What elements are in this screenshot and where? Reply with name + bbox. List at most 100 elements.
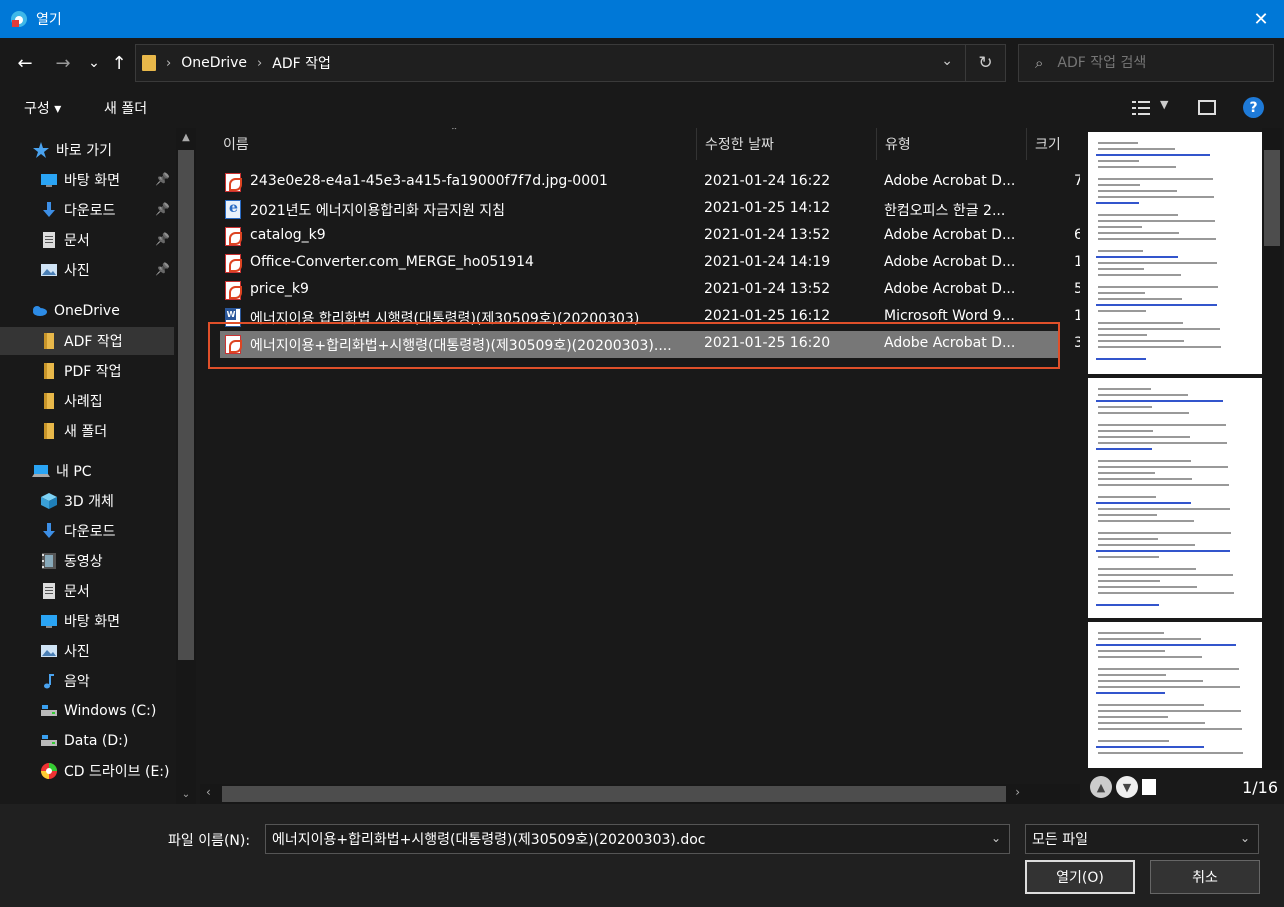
sidebar-item[interactable]: 다운로드 📌	[0, 196, 174, 224]
preview-text-line	[1098, 668, 1239, 670]
cancel-button[interactable]: 취소	[1150, 860, 1260, 894]
page-indicator: 1/16	[1242, 778, 1278, 797]
sidebar-item-label: Data (D:)	[64, 733, 129, 749]
preview-text-line	[1098, 656, 1202, 658]
file-row[interactable]: price_k9 2021-01-24 13:52 Adobe Acrobat D.…	[220, 277, 1080, 304]
sidebar-item[interactable]: 다운로드	[0, 517, 174, 545]
sidebar-item[interactable]: PDF 작업	[0, 357, 174, 385]
chevron-down-icon[interactable]: ⌄	[941, 53, 953, 69]
new-folder-button[interactable]: 새 폴더	[104, 98, 147, 118]
preview-text-line	[1098, 704, 1204, 706]
close-button[interactable]: ✕	[1238, 0, 1284, 38]
sidebar-item[interactable]: Windows (C:)	[0, 697, 174, 725]
file-list-horizontal-scrollbar[interactable]: ‹ ›	[200, 784, 1080, 804]
file-type: Adobe Acrobat D...	[884, 227, 1016, 243]
filename-input[interactable]: 에너지이용+합리화법+시행령(대통령령)(제30509호)(20200303).…	[265, 824, 1010, 854]
scroll-up-arrow[interactable]: ▲	[176, 132, 196, 143]
sidebar-item[interactable]: 사례집	[0, 387, 174, 415]
folder-icon	[40, 332, 58, 350]
navigation-pane: 바로 가기 바탕 화면 📌 다운로드 📌 문서 📌 사진 📌 OneDrive ADF 작업 PDF …	[0, 128, 196, 804]
search-input[interactable]	[1057, 55, 1258, 71]
file-row[interactable]: catalog_k9 2021-01-24 13:52 Adobe Acrobat …	[220, 223, 1080, 250]
preview-text-line	[1098, 556, 1159, 558]
pin-icon: 📌	[155, 262, 170, 276]
scrollbar-thumb[interactable]	[1264, 150, 1280, 246]
sidebar-item[interactable]: 동영상	[0, 547, 174, 575]
scrollbar-thumb[interactable]	[222, 786, 1006, 802]
file-row[interactable]: Office-Converter.com_MERGE_ho051914 2021-…	[220, 250, 1080, 277]
forward-button[interactable]: →	[50, 50, 76, 76]
cube-icon	[40, 492, 58, 510]
sidebar-item[interactable]: ADF 작업	[0, 327, 174, 355]
scroll-right-arrow[interactable]: ›	[1015, 785, 1020, 799]
sidebar-item[interactable]: Data (D:)	[0, 727, 174, 755]
preview-text-line	[1096, 550, 1230, 552]
column-header-size[interactable]: 크기	[1027, 128, 1080, 160]
preview-text-line	[1098, 292, 1145, 294]
scroll-down-arrow[interactable]: ⌄	[176, 789, 196, 800]
organize-button[interactable]: 구성 ▾	[24, 98, 61, 118]
preview-scrollbar[interactable]	[1262, 128, 1282, 770]
preview-text-line	[1098, 388, 1151, 390]
scroll-left-arrow[interactable]: ‹	[206, 785, 211, 799]
view-list-icon[interactable]	[1132, 100, 1150, 116]
preview-text-line	[1098, 478, 1192, 480]
column-header-name[interactable]: 이름	[215, 128, 697, 160]
sidebar-item[interactable]: 음악	[0, 667, 174, 695]
dialog-footer: 파일 이름(N): 에너지이용+합리화법+시행령(대통령령)(제30509호)(…	[0, 804, 1284, 907]
view-options-dropdown[interactable]: ▼	[1160, 98, 1168, 111]
sidebar-item[interactable]: 문서 📌	[0, 226, 174, 254]
sidebar-item[interactable]: 바탕 화면	[0, 607, 174, 635]
column-header-type[interactable]: 유형	[877, 128, 1027, 160]
preview-text-line	[1098, 250, 1143, 252]
preview-text-line	[1098, 638, 1201, 640]
preview-text-line	[1098, 322, 1183, 324]
search-box[interactable]: ⌕	[1018, 44, 1274, 82]
refresh-button[interactable]: ↻	[965, 45, 1005, 81]
preview-text-line	[1098, 178, 1213, 180]
preview-text-line	[1098, 472, 1155, 474]
navigation-bar: ← → ⌄ ↑ › OneDrive › ADF 작업 ⌄ ↻ ⌕	[0, 38, 1284, 88]
address-bar[interactable]: › OneDrive › ADF 작업 ⌄ ↻	[135, 44, 1006, 82]
preview-text-line	[1098, 196, 1214, 198]
file-type-select[interactable]: 모든 파일 ⌄	[1025, 824, 1259, 854]
preview-text-line	[1098, 442, 1227, 444]
file-row[interactable]: 2021년도 에너지이용합리화 자금지원 지침 2021-01-25 14:12 한…	[220, 196, 1058, 223]
navigation-pane-scrollbar[interactable]: ▲ ⌄	[176, 128, 196, 804]
help-button[interactable]: ?	[1243, 97, 1264, 118]
sidebar-item[interactable]: 바로 가기	[0, 136, 174, 164]
sidebar-item[interactable]: 새 폴더	[0, 417, 174, 445]
sidebar-item[interactable]: OneDrive	[0, 297, 174, 325]
sidebar-item[interactable]: 사진	[0, 637, 174, 665]
edge-app-icon	[10, 10, 28, 28]
open-button[interactable]: 열기(O)	[1025, 860, 1135, 894]
preview-text-line	[1098, 508, 1230, 510]
back-button[interactable]: ←	[12, 50, 38, 76]
file-name: price_k9	[250, 281, 309, 297]
breadcrumb-onedrive[interactable]: OneDrive	[181, 55, 247, 71]
title-bar: 열기 ✕	[0, 0, 1284, 38]
breadcrumb-adf[interactable]: ADF 작업	[272, 53, 331, 73]
sidebar-item[interactable]: 문서	[0, 577, 174, 605]
preview-text-line	[1098, 686, 1240, 688]
sidebar-item[interactable]: 사진 📌	[0, 256, 174, 284]
chevron-down-icon[interactable]: ⌄	[1240, 831, 1250, 845]
file-row[interactable]: 243e0e28-e4a1-45e3-a415-fa19000f7f7d.jpg…	[220, 169, 1080, 196]
recent-locations-button[interactable]: ⌄	[81, 50, 107, 76]
previous-page-button[interactable]: ▲	[1090, 776, 1112, 798]
preview-text-line	[1098, 592, 1234, 594]
sidebar-item[interactable]: 바탕 화면 📌	[0, 166, 174, 194]
up-button[interactable]: ↑	[106, 50, 132, 76]
preview-text-line	[1096, 256, 1178, 258]
preview-pane-icon[interactable]	[1198, 100, 1216, 115]
preview-text-line	[1098, 220, 1215, 222]
column-header-modified[interactable]: 수정한 날짜	[697, 128, 877, 160]
sidebar-item[interactable]: 3D 개체	[0, 487, 174, 515]
sidebar-item-label: 바탕 화면	[64, 614, 120, 630]
sidebar-item[interactable]: 내 PC	[0, 457, 174, 485]
next-page-button[interactable]: ▼	[1116, 776, 1138, 798]
sidebar-item[interactable]: CD 드라이브 (E:)	[0, 757, 174, 785]
chevron-down-icon[interactable]: ⌄	[991, 831, 1001, 845]
scrollbar-thumb[interactable]	[178, 150, 194, 660]
preview-text-line	[1098, 740, 1169, 742]
